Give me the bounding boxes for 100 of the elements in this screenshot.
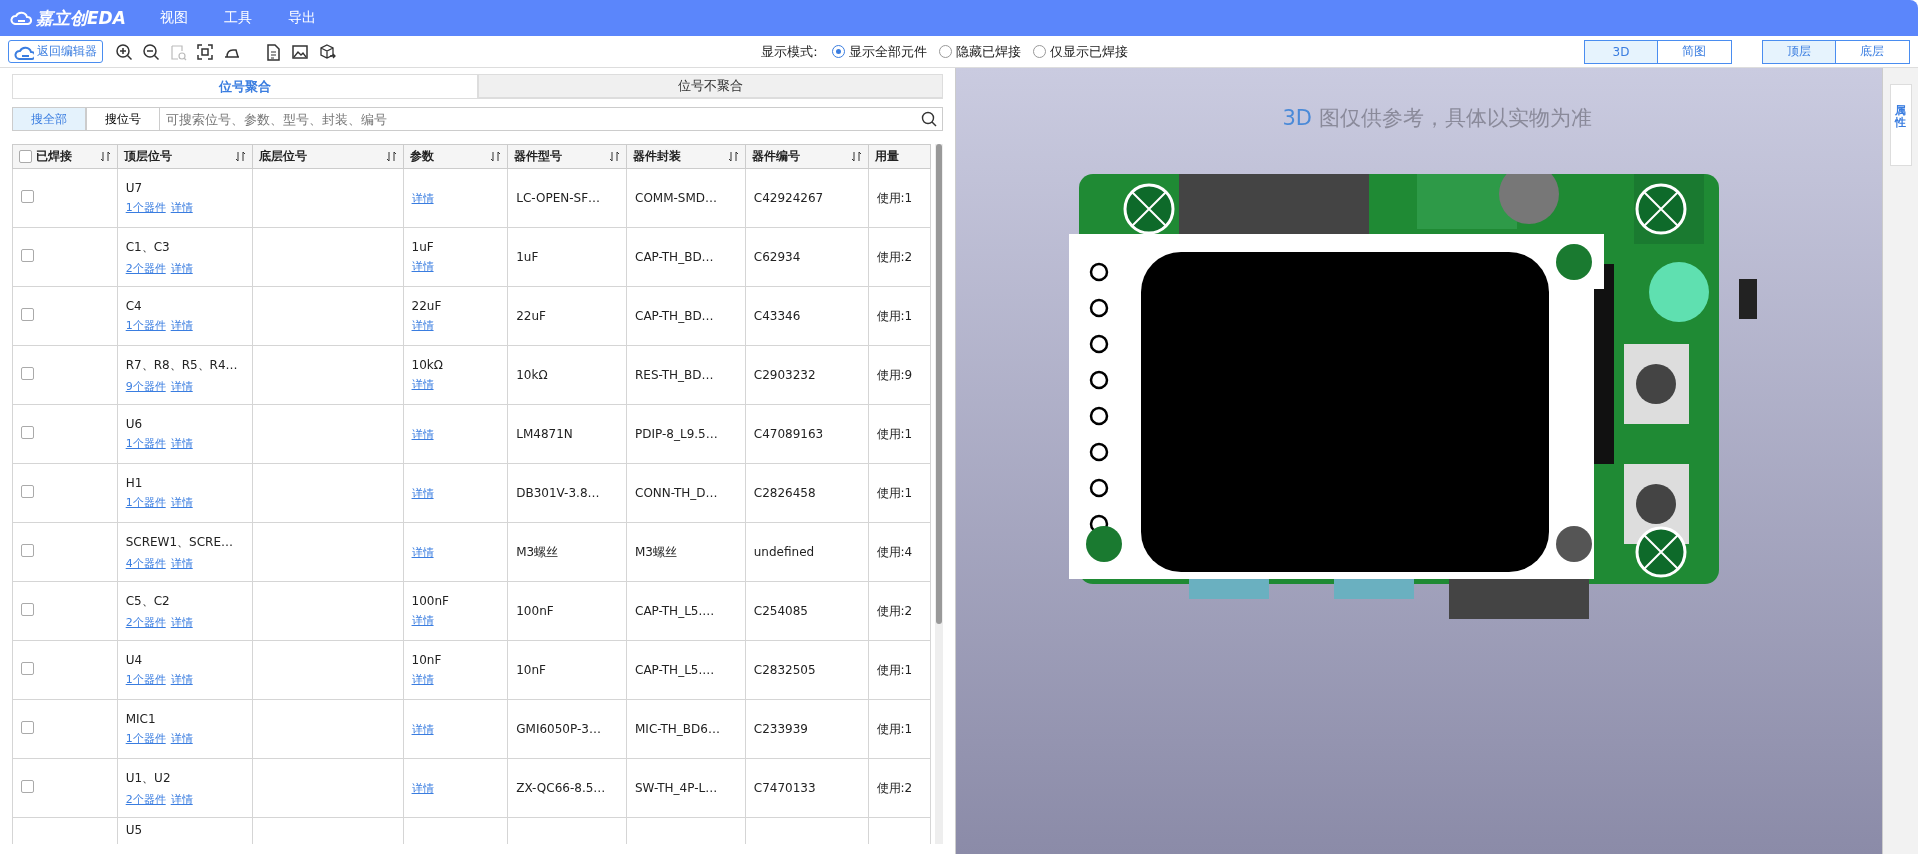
layer-toggle-button[interactable]: 底层 [1836,39,1910,64]
details-link[interactable]: 详情 [411,260,434,274]
search-field[interactable]: 可搜索位号、参数、型号、封装、编号 [160,107,943,131]
search-mode-button[interactable]: 搜位号 [86,107,160,131]
designator-text: SCREW1、SCRE… [125,533,235,551]
component-count-link[interactable]: 2个器件 [125,792,166,806]
view-toggle-button[interactable]: 简图 [1658,39,1732,64]
sort-icon[interactable] [490,151,502,163]
column-header[interactable]: 器件编号 [745,144,869,169]
details-link[interactable]: 详情 [411,722,434,736]
details-link[interactable]: 详情 [411,191,434,205]
checkbox[interactable] [21,544,34,558]
box-export-icon[interactable] [318,42,336,61]
sort-icon[interactable] [850,151,862,163]
component-count-link[interactable]: 1个器件 [125,496,166,510]
column-header[interactable]: 器件型号 [507,144,627,169]
component-count-link[interactable]: 1个器件 [125,201,166,215]
usage-cell: 使用:1 [876,308,913,323]
checkbox[interactable] [21,190,34,204]
zoom-out-icon[interactable] [142,42,160,61]
properties-tab[interactable]: 属性 [1889,84,1912,166]
checkbox[interactable] [21,249,34,263]
details-link[interactable]: 详情 [170,201,193,215]
component-count-link[interactable]: 4个器件 [125,556,166,570]
checkbox[interactable] [21,780,34,794]
radio-label[interactable]: 仅显示已焊接 [1049,42,1128,61]
image-icon[interactable] [291,42,309,61]
checkbox[interactable] [21,721,34,735]
details-link[interactable]: 详情 [170,319,193,333]
details-link[interactable]: 详情 [170,379,193,393]
checkbox[interactable] [21,485,34,499]
cloud-logo-icon [10,9,32,27]
back-to-editor-button[interactable]: 返回编辑器 [8,40,103,63]
search-mode-button[interactable]: 搜全部 [12,107,86,131]
part-model-cell: 10kΩ [516,368,548,383]
menu-item[interactable]: 导出 [287,9,316,27]
details-link[interactable]: 详情 [411,673,434,687]
component-count-link[interactable]: 9个器件 [125,379,166,393]
sort-icon[interactable] [385,151,397,163]
component-count-link[interactable]: 2个器件 [125,261,166,275]
column-header[interactable]: 参数 [403,144,508,169]
layer-toggle-button[interactable]: 顶层 [1762,39,1836,64]
tab[interactable]: 位号不聚合 [477,74,943,98]
fit-view-icon[interactable] [196,42,214,61]
designator-text: C5、C2 [125,592,171,610]
part-model-cell: 10nF [516,663,546,678]
checkbox[interactable] [21,308,34,322]
details-link[interactable]: 详情 [170,732,193,746]
details-link[interactable]: 详情 [411,427,434,441]
sort-icon[interactable] [234,151,246,163]
component-count-link[interactable]: 2个器件 [125,615,166,629]
details-link[interactable]: 详情 [411,319,434,333]
part-model-cell: LM4871N [516,427,573,442]
sort-icon[interactable] [99,151,111,163]
component-count-link[interactable]: 1个器件 [125,319,166,333]
column-header[interactable]: 器件封装 [626,144,746,169]
package-cell: PDIP-8_L9.5… [635,427,718,442]
checkbox[interactable] [19,150,32,164]
details-link[interactable]: 详情 [411,545,434,559]
view-toggle-button[interactable]: 3D [1584,39,1658,64]
details-link[interactable]: 详情 [411,486,434,500]
part-model-cell: LC-OPEN-SF… [516,191,601,206]
details-link[interactable]: 详情 [170,496,193,510]
designator-text: U1、U2 [125,769,172,787]
radio-label[interactable]: 隐藏已焊接 [955,42,1021,61]
sort-icon[interactable] [609,151,620,163]
details-link[interactable]: 详情 [170,556,193,570]
scrollbar-thumb[interactable] [936,144,943,624]
component-count-link[interactable]: 1个器件 [125,673,166,687]
column-header[interactable]: 顶层位号 [117,144,253,169]
component-count-link[interactable]: 1个器件 [125,437,166,451]
sort-icon[interactable] [727,151,739,163]
menu-item[interactable]: 视图 [159,9,188,27]
tab[interactable]: 位号聚合 [12,74,478,98]
package-cell: COMM-SMD… [635,191,718,206]
component-count-link[interactable]: 1个器件 [125,732,166,746]
details-link[interactable]: 详情 [411,614,434,628]
menu-item[interactable]: 工具 [223,9,252,27]
details-link[interactable]: 详情 [411,781,434,795]
details-link[interactable]: 详情 [170,261,193,275]
checkbox[interactable] [21,426,34,440]
details-link[interactable]: 详情 [170,673,193,687]
radio-label[interactable]: 显示全部元件 [848,42,927,61]
part-model-cell: DB301V-3.8… [516,486,600,501]
details-link[interactable]: 详情 [170,615,193,629]
details-link[interactable]: 详情 [170,437,193,451]
package-cell: CAP-TH_BD… [635,309,714,324]
usage-cell: 使用:1 [876,485,913,500]
checkbox[interactable] [21,367,34,381]
designator-text: U7 [125,181,144,196]
document-icon[interactable] [264,42,282,61]
search-icon [921,111,937,127]
details-link[interactable]: 详情 [170,792,193,806]
part-number-cell: C2826458 [753,486,816,501]
details-link[interactable]: 详情 [411,378,434,392]
zoom-in-icon[interactable] [115,42,133,61]
part-number-cell: C2832505 [753,663,816,678]
checkbox[interactable] [21,603,34,617]
column-header[interactable]: 底层位号 [252,144,404,169]
checkbox[interactable] [21,662,34,676]
